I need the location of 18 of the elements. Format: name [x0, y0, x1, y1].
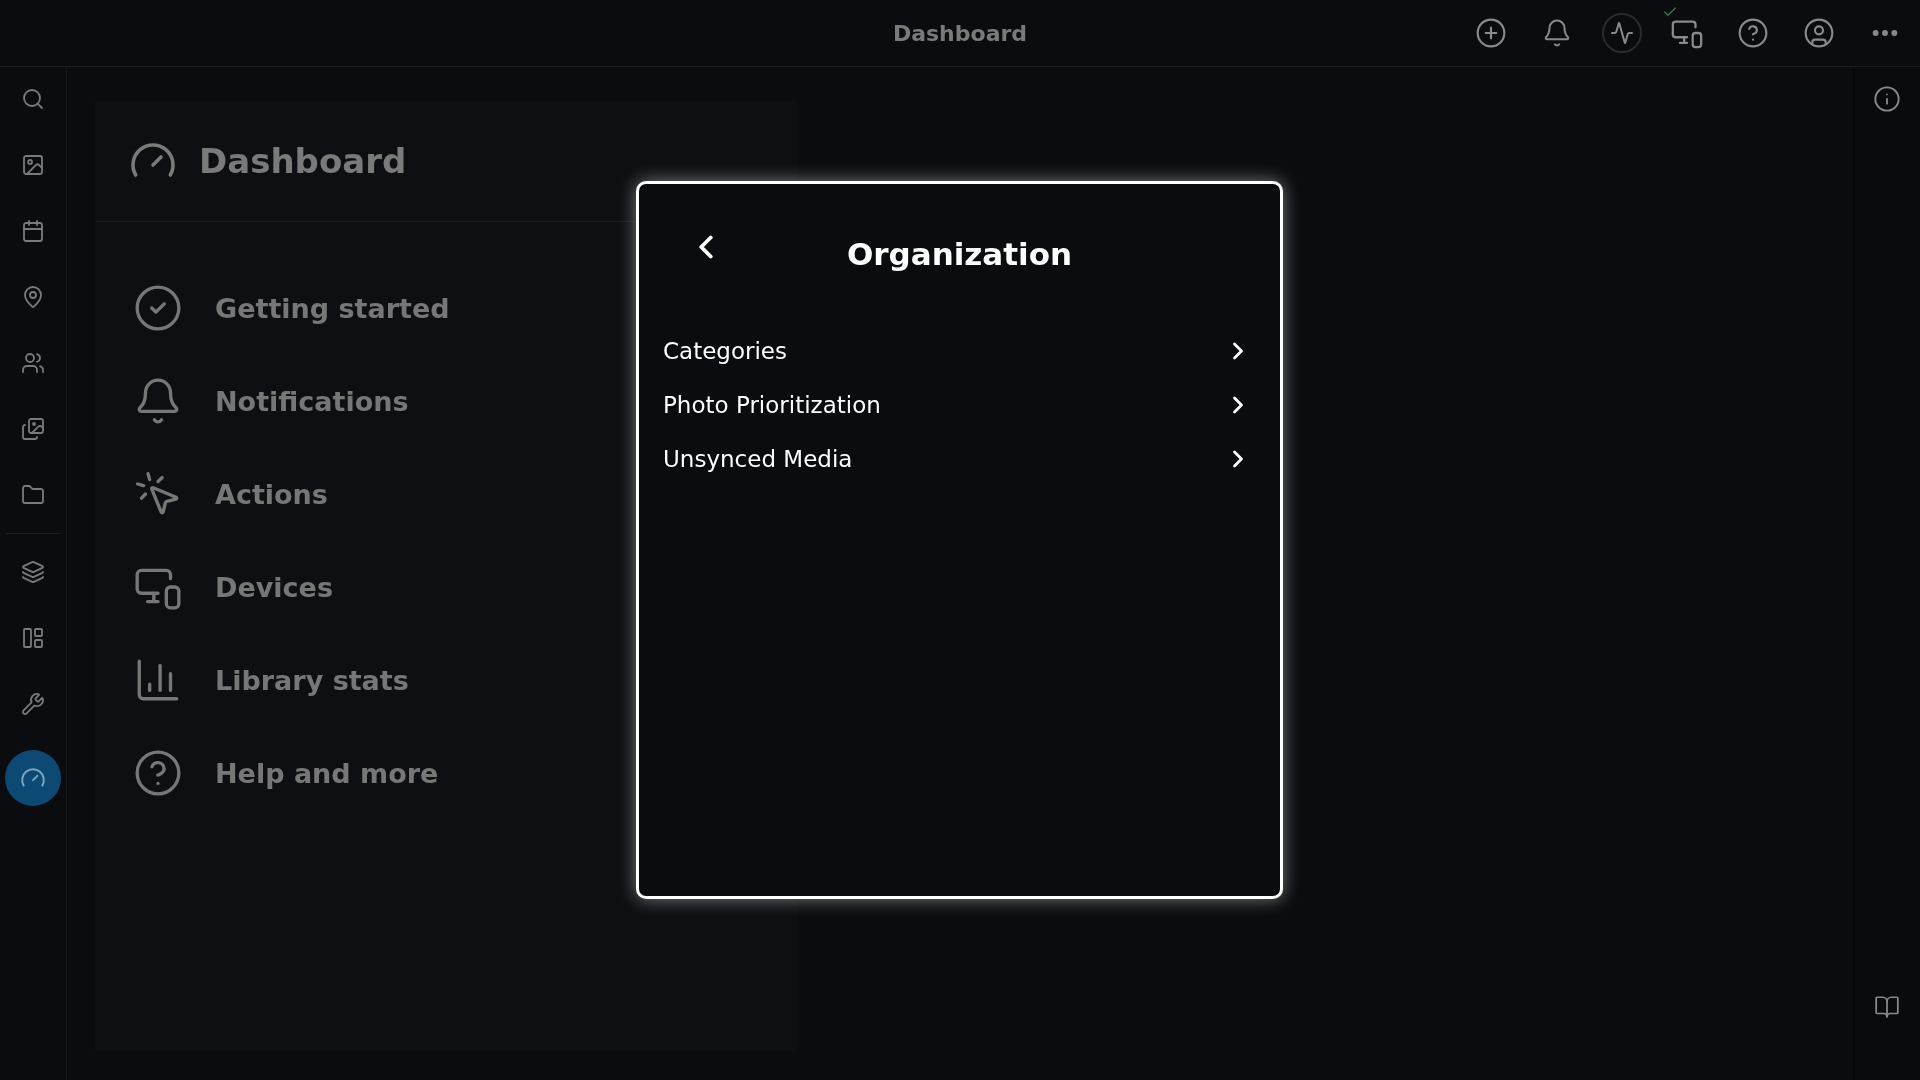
- dialog-title: Organization: [846, 236, 1073, 272]
- dialog-menu-item[interactable]: Photo Prioritization: [639, 378, 1280, 432]
- menu-item[interactable]: Actions: [133, 466, 328, 522]
- dialog-menu-item[interactable]: Unsynced Media: [639, 432, 1280, 486]
- info-icon[interactable]: [1873, 85, 1901, 113]
- panel-title: Dashboard: [199, 141, 407, 181]
- menu-item[interactable]: Library stats: [133, 652, 409, 708]
- menu-item[interactable]: Help and more: [133, 745, 439, 801]
- gauge-icon[interactable]: [5, 750, 61, 806]
- help-icon: [133, 748, 183, 798]
- menu-item[interactable]: Notifications: [133, 373, 409, 429]
- dialog-menu-item[interactable]: Categories: [639, 324, 1280, 378]
- menu-item[interactable]: Getting started: [133, 280, 450, 336]
- book-icon[interactable]: [1874, 994, 1900, 1020]
- activity-icon[interactable]: [1602, 13, 1642, 53]
- menu-item[interactable]: Devices: [133, 559, 333, 615]
- app-title: Dashboard: [892, 20, 1028, 46]
- check-circle-icon: [133, 283, 183, 333]
